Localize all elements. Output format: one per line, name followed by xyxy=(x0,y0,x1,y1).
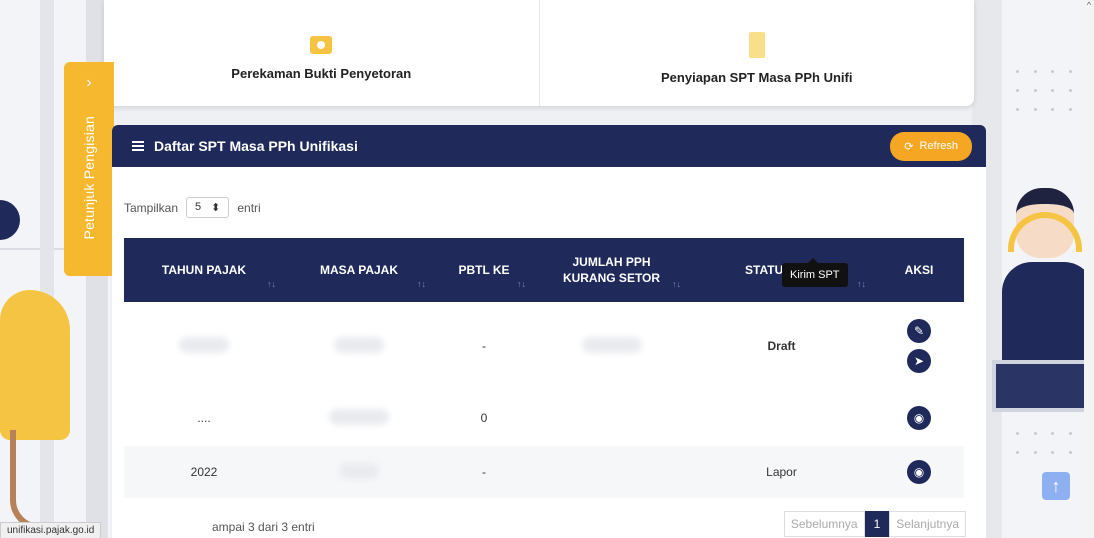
scroll-to-top-button[interactable]: ↑ xyxy=(1042,472,1070,500)
prev-page-button[interactable]: Sebelumnya xyxy=(783,511,865,537)
card-perekaman-bukti[interactable]: Perekaman Bukti Penyetoran xyxy=(104,0,539,106)
right-illustration xyxy=(972,0,1094,538)
panel-title: Daftar SPT Masa PPh Unifikasi xyxy=(154,138,358,154)
sort-icon: ↑↓ xyxy=(517,279,526,289)
page-scrollbar[interactable]: ^ xyxy=(1084,0,1094,538)
chevron-right-icon: › xyxy=(86,74,92,91)
sort-icon: ↑↓ xyxy=(672,279,681,289)
chevron-up-icon: ^ xyxy=(1086,0,1092,10)
petunjuk-pengisian-tab[interactable]: › Petunjuk Pengisian xyxy=(64,62,114,276)
col-aksi: AKSI xyxy=(904,263,934,277)
status-spt: Draft xyxy=(767,339,796,353)
next-page-button[interactable]: Selanjutnya xyxy=(889,511,966,537)
select-arrow-icon: ⬍ xyxy=(211,202,221,214)
entries-length-control: Tampilkan 5 ⬍ entri xyxy=(124,197,261,218)
entries-info: ampai 3 dari 3 entri xyxy=(212,520,315,534)
show-suffix: entri xyxy=(237,200,261,215)
card-penyiapan-spt[interactable]: Penyiapan SPT Masa PPh Unifi xyxy=(538,0,975,106)
status-spt: Lapor xyxy=(766,465,797,479)
table-row: 2022 - Lapor ◉ xyxy=(124,446,964,498)
card-label: Perekaman Bukti Penyetoran xyxy=(231,65,412,81)
document-icon xyxy=(748,31,765,58)
spt-list-panel: Daftar SPT Masa PPh Unifikasi ⟳ Refresh … xyxy=(112,125,986,538)
view-icon[interactable]: ◉ xyxy=(907,460,931,484)
refresh-icon: ⟳ xyxy=(904,140,914,153)
col-masa-pajak[interactable]: MASA PAJAK ↑↓ xyxy=(284,238,434,302)
list-icon xyxy=(132,141,144,151)
card-label: Penyiapan SPT Masa PPh Unifi xyxy=(661,69,853,85)
sort-icon: ↑↓ xyxy=(417,279,426,289)
pagination: Sebelumnya 1 Selanjutnya xyxy=(783,511,966,537)
panel-header: Daftar SPT Masa PPh Unifikasi ⟳ Refresh xyxy=(112,125,986,167)
sort-icon: ↑↓ xyxy=(857,279,866,289)
status-bar-url: unifikasi.pajak.go.id xyxy=(0,522,102,538)
view-icon[interactable]: ◉ xyxy=(907,406,931,430)
col-jumlah-pph[interactable]: JUMLAH PPH KURANG SETOR ↑↓ xyxy=(534,238,689,302)
col-pbtl-ke[interactable]: PBTL KE ↑↓ xyxy=(434,238,534,302)
send-icon[interactable]: ➤ xyxy=(907,349,931,373)
page-1-button[interactable]: 1 xyxy=(864,511,890,537)
entries-select[interactable]: 5 ⬍ xyxy=(186,197,230,218)
table-row: .... 0 ◉ xyxy=(124,390,964,446)
petunjuk-label: Petunjuk Pengisian xyxy=(81,116,97,240)
money-icon xyxy=(310,35,333,54)
table-row: - Draft ✎ ➤ xyxy=(124,302,964,390)
menu-cards: Perekaman Bukti Penyetoran Penyiapan SPT… xyxy=(104,0,974,106)
sort-icon: ↑↓ xyxy=(267,279,276,289)
kirim-spt-tooltip: Kirim SPT xyxy=(782,258,848,287)
col-tahun-pajak[interactable]: TAHUN PAJAK ↑↓ xyxy=(124,238,284,302)
show-prefix: Tampilkan xyxy=(124,200,179,215)
refresh-button[interactable]: ⟳ Refresh xyxy=(890,131,972,161)
refresh-label: Refresh xyxy=(919,140,958,152)
edit-icon[interactable]: ✎ xyxy=(907,319,931,343)
